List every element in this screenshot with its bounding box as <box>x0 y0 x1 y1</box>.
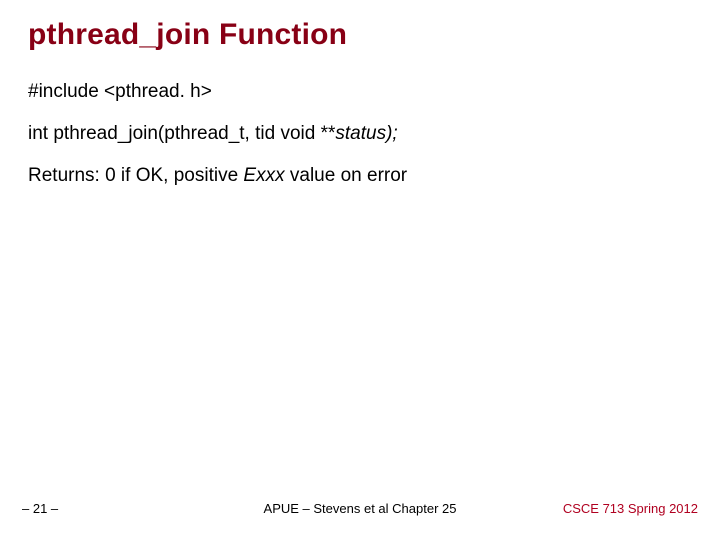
returns-line: Returns: 0 if OK, positive Exxx value on… <box>28 164 692 188</box>
slide: pthread_join Function #include <pthread.… <box>0 0 720 540</box>
footer-right: CSCE 713 Spring 2012 <box>563 501 698 516</box>
returns-post: value on error <box>285 165 408 186</box>
signature-line: int pthread_join(pthread_t, tid void **s… <box>28 122 692 146</box>
signature-status: status); <box>335 123 397 144</box>
slide-title: pthread_join Function <box>28 18 692 52</box>
returns-exxx: Exxx <box>243 165 284 186</box>
footer: – 21 – APUE – Stevens et al Chapter 25 C… <box>0 501 720 516</box>
signature-text: int pthread_join(pthread_t, tid void ** <box>28 123 335 144</box>
returns-pre: Returns: 0 if OK, positive <box>28 165 243 186</box>
include-line: #include <pthread. h> <box>28 80 692 104</box>
page-number: – 21 – <box>22 501 58 516</box>
footer-center: APUE – Stevens et al Chapter 25 <box>264 501 457 516</box>
